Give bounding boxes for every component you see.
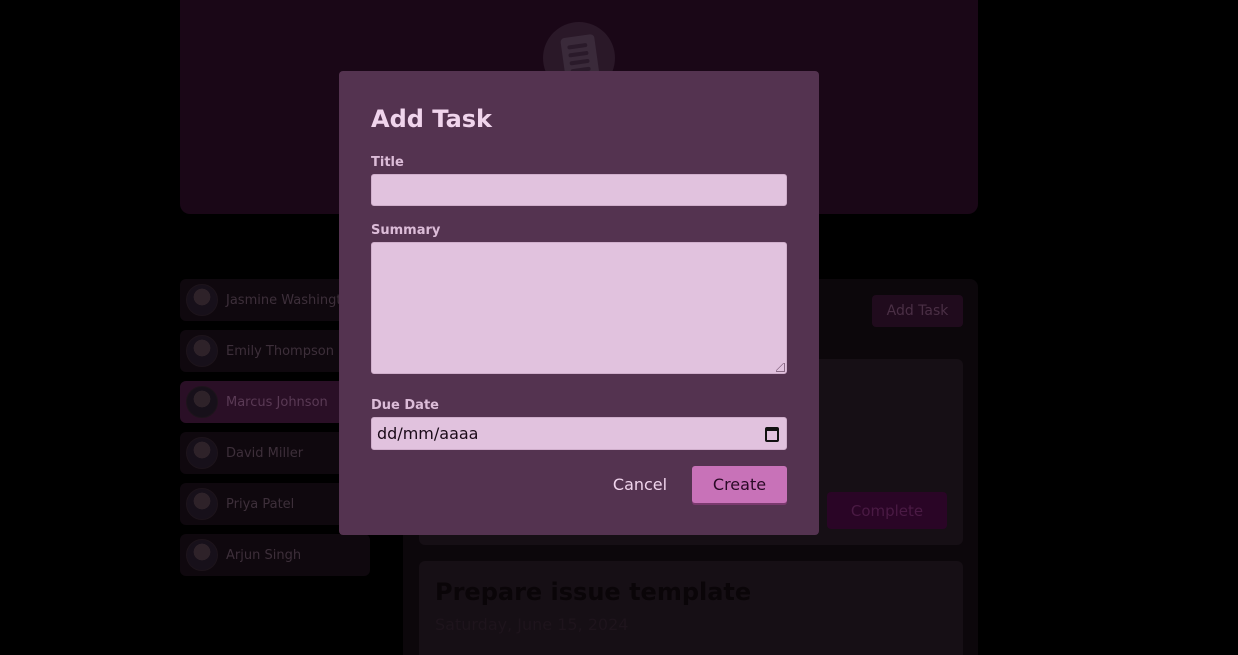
create-button[interactable]: Create [692,466,787,503]
task-card [419,561,963,655]
task-date: Saturday, June 15, 2024 [435,615,629,634]
avatar [186,284,218,316]
add-task-modal: Add Task Title Summary Due Date dd/mm/aa… [339,71,819,535]
avatar [186,539,218,571]
user-name: David Miller [226,445,304,461]
user-name: Emily Thompson [226,343,334,359]
add-task-button[interactable]: Add Task [872,295,963,327]
calendar-icon[interactable] [765,427,779,442]
complete-button[interactable]: Complete [827,492,947,529]
user-name: Priya Patel [226,496,295,512]
title-label: Title [371,155,404,170]
due-date-placeholder: dd/mm/aaaa [377,424,479,443]
task-title: Prepare issue template [435,578,752,606]
page: Jasmine Washington Emily Thompson Marcus… [0,0,1238,655]
user-name: Arjun Singh [226,547,302,563]
title-input[interactable] [371,174,787,206]
summary-label: Summary [371,223,441,238]
resize-handle-icon[interactable] [776,363,785,372]
user-name: Marcus Johnson [226,394,328,410]
due-date-input[interactable]: dd/mm/aaaa [371,417,787,450]
user-name: Jasmine Washington [226,292,358,308]
avatar [186,437,218,469]
summary-textarea[interactable] [371,242,787,374]
modal-title: Add Task [371,105,493,133]
avatar [186,386,218,418]
cancel-button[interactable]: Cancel [601,466,679,503]
user-item-arjun[interactable]: Arjun Singh [180,534,370,576]
avatar [186,335,218,367]
due-date-label: Due Date [371,398,439,413]
avatar [186,488,218,520]
